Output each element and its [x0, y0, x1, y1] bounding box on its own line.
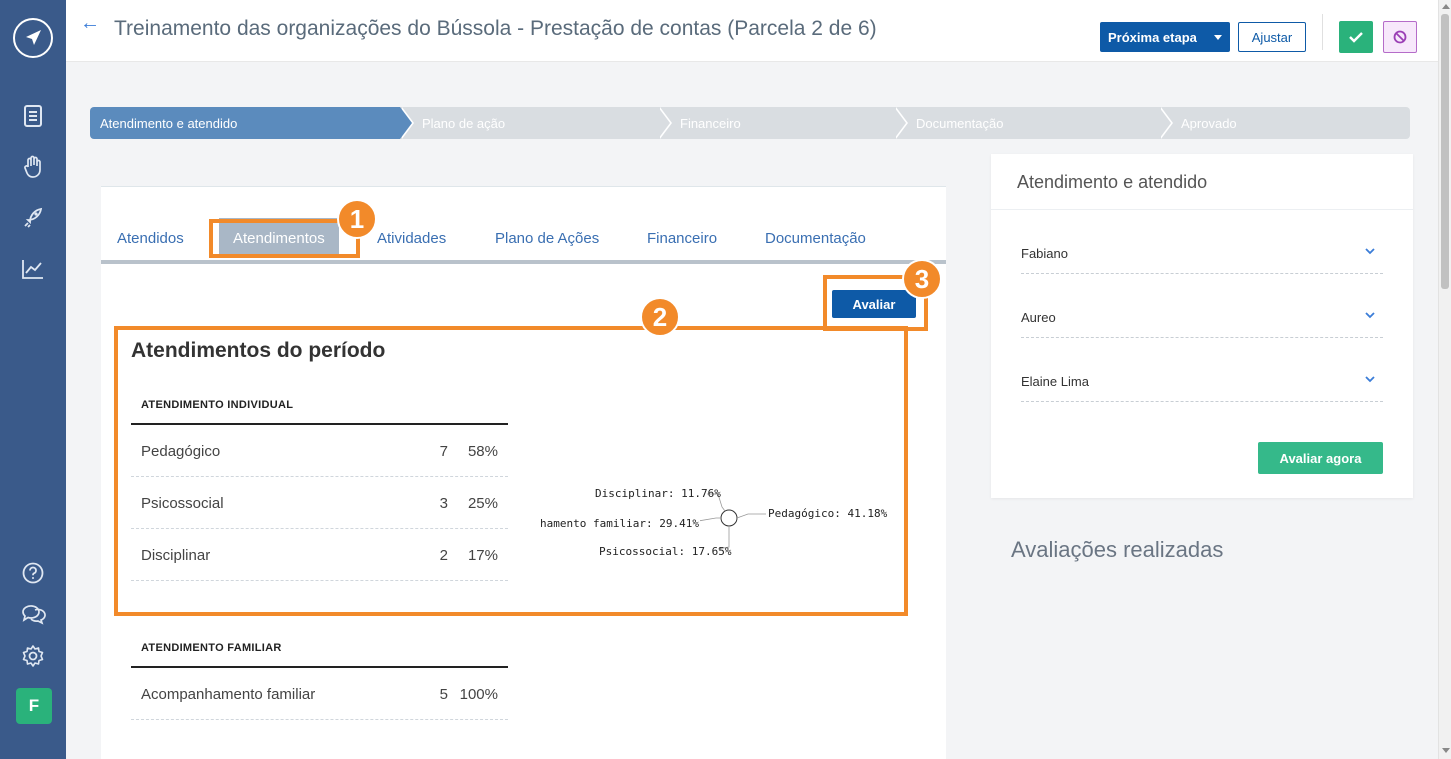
- step-financeiro[interactable]: Financeiro: [658, 107, 908, 139]
- approve-button[interactable]: [1339, 21, 1373, 53]
- document-icon[interactable]: [20, 103, 46, 129]
- chart-icon[interactable]: [20, 256, 46, 282]
- reject-button[interactable]: [1383, 21, 1417, 53]
- tab-documentacao[interactable]: Documentação: [765, 218, 866, 258]
- sidebar: F: [0, 0, 66, 759]
- header-divider: [1322, 14, 1323, 50]
- annotation-badge-1: 1: [337, 199, 377, 239]
- hand-icon[interactable]: [20, 154, 46, 180]
- step-label: Aprovado: [1181, 115, 1237, 131]
- help-icon[interactable]: [20, 560, 46, 586]
- evaluation-panel: Atendimento e atendido Fabiano Aureo Ela…: [991, 154, 1413, 498]
- page-title: Treinamento das organizações do Bússola …: [114, 17, 877, 40]
- step-documentacao[interactable]: Documentação: [894, 107, 1173, 139]
- adjust-button[interactable]: Ajustar: [1238, 22, 1306, 52]
- progress-stepper: Atendimento e atendido Plano de ação Fin…: [90, 107, 1410, 139]
- chevron-down-icon: [1365, 376, 1375, 383]
- step-plano[interactable]: Plano de ação: [400, 107, 672, 139]
- avatar[interactable]: F: [16, 688, 52, 724]
- row-count: 5: [439, 686, 448, 703]
- select-value: Fabiano: [1021, 246, 1068, 261]
- row-label: Acompanhamento familiar: [141, 686, 316, 703]
- avaliar-agora-button[interactable]: Avaliar agora: [1258, 442, 1383, 474]
- divider: [101, 186, 946, 187]
- back-arrow-icon[interactable]: ←: [80, 12, 100, 35]
- chevron-down-icon: [1365, 312, 1375, 319]
- tab-atendidos[interactable]: Atendidos: [117, 218, 184, 258]
- step-label: Atendimento e atendido: [100, 115, 238, 131]
- annotation-badge-3: 3: [902, 259, 942, 299]
- row-percent: 100%: [459, 686, 498, 703]
- tab-financeiro[interactable]: Financeiro: [647, 218, 717, 258]
- logo-icon[interactable]: [13, 18, 53, 58]
- next-step-button[interactable]: Próxima etapa: [1100, 22, 1230, 52]
- block-icon: [1393, 30, 1407, 44]
- scroll-up-icon[interactable]: [1442, 4, 1450, 9]
- panel-divider: [991, 209, 1413, 210]
- scrollbar[interactable]: [1438, 0, 1451, 759]
- step-atendimento[interactable]: Atendimento e atendido: [90, 107, 414, 139]
- step-label: Plano de ação: [422, 115, 506, 131]
- step-aprovado[interactable]: Aprovado: [1159, 107, 1410, 139]
- chevron-down-icon: [1365, 248, 1375, 255]
- gear-icon[interactable]: [20, 643, 46, 669]
- rocket-icon[interactable]: [20, 205, 46, 231]
- scroll-thumb[interactable]: [1441, 14, 1449, 289]
- tab-atividades[interactable]: Atividades: [377, 218, 446, 258]
- table-header-familiar: ATENDIMENTO FAMILIAR: [141, 642, 282, 654]
- step-label: Financeiro: [680, 115, 741, 131]
- select-aureo[interactable]: Aureo: [1021, 298, 1383, 338]
- step-label: Documentação: [916, 115, 1004, 131]
- header: ← Treinamento das organizações do Bússol…: [66, 0, 1438, 62]
- chat-icon[interactable]: [20, 601, 46, 627]
- completed-evaluations-title: Avaliações realizadas: [1011, 537, 1224, 562]
- next-step-label: Próxima etapa: [1108, 29, 1197, 45]
- panel-title: Atendimento e atendido: [1017, 172, 1208, 192]
- scroll-down-icon[interactable]: [1442, 748, 1450, 753]
- select-value: Aureo: [1021, 310, 1056, 325]
- select-fabiano[interactable]: Fabiano: [1021, 234, 1383, 274]
- select-value: Elaine Lima: [1021, 374, 1089, 389]
- check-icon: [1349, 32, 1363, 43]
- annotation-box-2: [114, 326, 908, 616]
- caret-down-icon[interactable]: [1214, 35, 1222, 40]
- table-row: Acompanhamento familiar 5 100%: [131, 668, 508, 720]
- select-elaine[interactable]: Elaine Lima: [1021, 362, 1383, 402]
- tab-plano-acoes[interactable]: Plano de Ações: [495, 218, 599, 258]
- annotation-badge-2: 2: [640, 297, 680, 337]
